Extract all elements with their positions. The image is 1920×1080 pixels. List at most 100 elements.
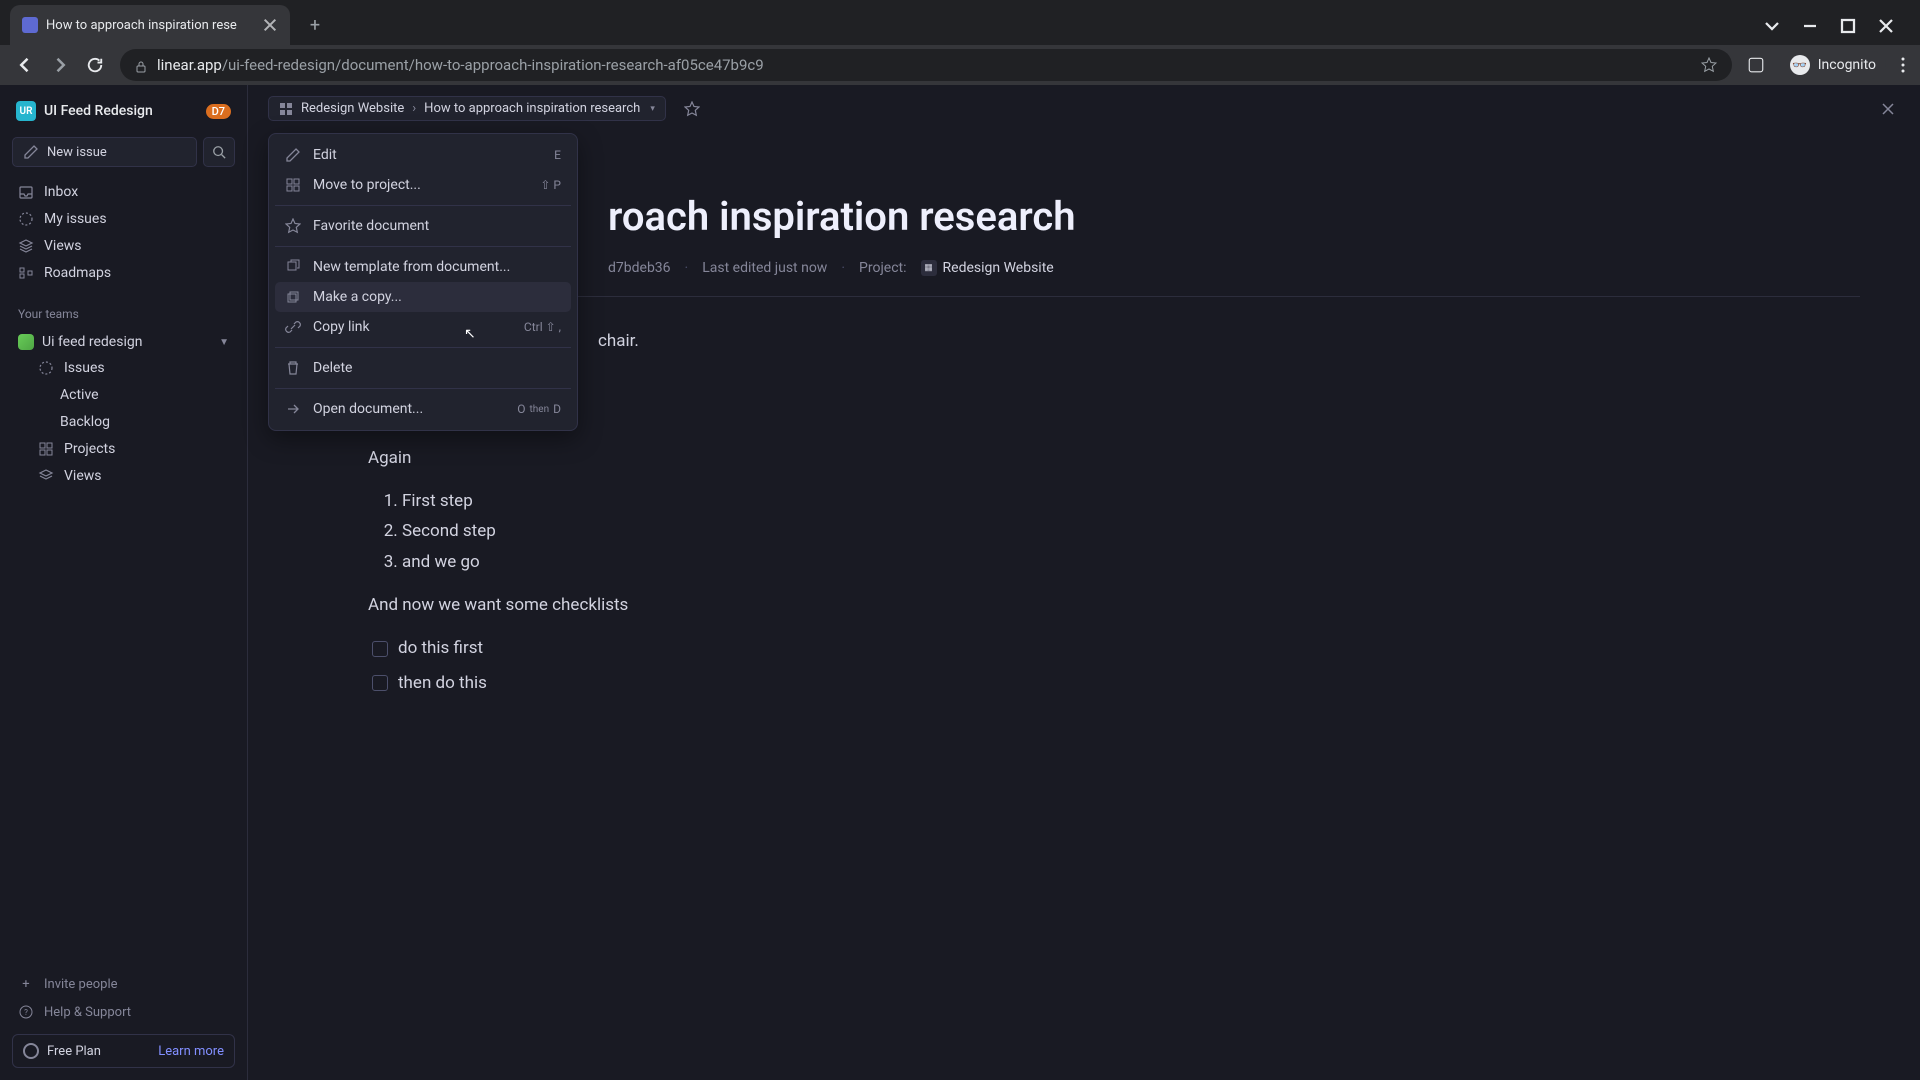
search-icon <box>212 145 226 159</box>
help-icon: ? <box>18 1004 34 1020</box>
menu-open-document[interactable]: Open document... O then D <box>275 394 571 424</box>
roadmap-icon <box>18 265 34 281</box>
inbox-icon <box>18 184 34 200</box>
checkbox[interactable] <box>372 675 388 691</box>
meta-id: d7bdeb36 <box>608 260 671 276</box>
checklist-item[interactable]: do this first <box>368 634 1268 663</box>
reload-button[interactable] <box>85 55 105 75</box>
browser-tab[interactable]: How to approach inspiration rese <box>10 5 290 45</box>
url-input[interactable]: linear.app/ui-feed-redesign/document/how… <box>120 49 1732 81</box>
context-menu: Edit E Move to project... ⇧ P Favorite d… <box>268 133 578 431</box>
paragraph[interactable]: Again <box>368 444 1268 473</box>
lock-icon <box>135 59 147 71</box>
chevron-down-icon[interactable] <box>1763 17 1781 35</box>
menu-move-to-project[interactable]: Move to project... ⇧ P <box>275 170 571 200</box>
close-document-button[interactable] <box>1876 97 1900 121</box>
sidebar-footer: + Invite people ? Help & Support Free Pl… <box>12 970 235 1068</box>
layers-icon <box>18 238 34 254</box>
menu-make-copy[interactable]: Make a copy... ↖ <box>275 282 571 312</box>
svg-text:?: ? <box>24 1008 28 1017</box>
incognito-icon: 👓 <box>1790 55 1810 75</box>
document-title[interactable]: roach inspiration research <box>368 193 1860 240</box>
paragraph[interactable]: And now we want some checklists <box>368 591 1268 620</box>
grid-icon <box>285 177 301 193</box>
sidebar-item-issues[interactable]: Issues <box>12 355 235 381</box>
workspace-avatar: UR <box>16 101 36 121</box>
sidebar-item-views[interactable]: Views <box>12 233 235 259</box>
sidebar-item-roadmaps[interactable]: Roadmaps <box>12 260 235 286</box>
menu-separator <box>275 246 571 247</box>
menu-new-template[interactable]: New template from document... <box>275 252 571 282</box>
help-support-button[interactable]: ? Help & Support <box>12 998 235 1026</box>
breadcrumb[interactable]: Redesign Website › How to approach inspi… <box>268 96 666 121</box>
workspace-name: UI Feed Redesign <box>44 103 198 119</box>
menu-icon[interactable] <box>1901 57 1905 73</box>
sidebar-item-inbox[interactable]: Inbox <box>12 179 235 205</box>
sidebar-item-my-issues[interactable]: My issues <box>12 206 235 232</box>
incognito-badge[interactable]: 👓 Incognito <box>1780 51 1886 79</box>
sidebar-item-projects[interactable]: Projects <box>12 436 235 462</box>
tab-bar: How to approach inspiration rese + <box>0 0 1920 45</box>
extension-icon[interactable] <box>1747 56 1765 74</box>
document-header: Redesign Website › How to approach inspi… <box>248 85 1920 133</box>
layers-icon <box>38 468 54 484</box>
window-controls <box>1763 17 1910 35</box>
browser-chrome: How to approach inspiration rese + linea… <box>0 0 1920 85</box>
chevron-down-icon: ▼ <box>219 337 229 348</box>
pencil-icon <box>285 147 301 163</box>
app: UR UI Feed Redesign D7 New issue Inbox M… <box>0 85 1920 1080</box>
copy-icon <box>285 289 301 305</box>
forward-button[interactable] <box>50 55 70 75</box>
back-button[interactable] <box>15 55 35 75</box>
menu-separator <box>275 205 571 206</box>
tab-close-icon[interactable] <box>262 17 278 33</box>
minimize-icon[interactable] <box>1801 17 1819 35</box>
workspace-badge: D7 <box>206 104 231 119</box>
menu-separator <box>275 347 571 348</box>
arrow-right-icon <box>285 401 301 417</box>
tab-title: How to approach inspiration rese <box>46 18 254 33</box>
plan-box[interactable]: Free Plan Learn more <box>12 1034 235 1068</box>
document-meta: d7bdeb36 · Last edited just now · Projec… <box>368 260 1860 297</box>
checkbox[interactable] <box>372 641 388 657</box>
invite-people-button[interactable]: + Invite people <box>12 970 235 998</box>
new-issue-button[interactable]: New issue <box>12 137 197 167</box>
main-nav: Inbox My issues Views Roadmaps <box>12 179 235 287</box>
project-icon <box>279 102 293 116</box>
plan-icon <box>23 1043 39 1059</box>
menu-separator <box>275 388 571 389</box>
menu-copy-link[interactable]: Copy link Ctrl ⇧ , <box>275 312 571 342</box>
url-text: linear.app/ui-feed-redesign/document/how… <box>157 56 764 74</box>
favorite-button[interactable] <box>680 97 704 121</box>
meta-edited: Last edited just now <box>702 260 827 276</box>
menu-edit[interactable]: Edit E <box>275 140 571 170</box>
sidebar-item-active[interactable]: Active <box>12 382 235 408</box>
learn-more-link[interactable]: Learn more <box>158 1044 224 1059</box>
new-tab-button[interactable]: + <box>300 10 330 40</box>
star-icon[interactable] <box>1701 57 1717 73</box>
close-window-icon[interactable] <box>1877 17 1895 35</box>
meta-project-chip[interactable]: ▦ Redesign Website <box>921 260 1054 276</box>
team-icon <box>18 334 34 350</box>
sidebar-item-team-views[interactable]: Views <box>12 463 235 489</box>
url-bar: linear.app/ui-feed-redesign/document/how… <box>0 45 1920 85</box>
list-item[interactable]: Second step <box>402 517 1268 546</box>
menu-favorite-document[interactable]: Favorite document <box>275 211 571 241</box>
project-icon: ▦ <box>921 260 937 276</box>
checklist-item[interactable]: then do this <box>368 669 1268 698</box>
copy-icon <box>285 259 301 275</box>
list-item[interactable]: and we go <box>402 548 1268 577</box>
target-icon <box>18 211 34 227</box>
list-item[interactable]: First step <box>402 487 1268 516</box>
tab-favicon <box>22 17 38 33</box>
search-button[interactable] <box>203 137 235 167</box>
workspace-switcher[interactable]: UR UI Feed Redesign D7 <box>12 97 235 125</box>
ordered-list: First step Second step and we go <box>368 487 1268 578</box>
pencil-icon <box>23 144 39 160</box>
team-row[interactable]: Ui feed redesign ▼ <box>12 329 235 355</box>
chevron-down-icon: ▾ <box>650 104 655 114</box>
sidebar-item-backlog[interactable]: Backlog <box>12 409 235 435</box>
maximize-icon[interactable] <box>1839 17 1857 35</box>
menu-delete[interactable]: Delete <box>275 353 571 383</box>
main: Redesign Website › How to approach inspi… <box>248 85 1920 1080</box>
